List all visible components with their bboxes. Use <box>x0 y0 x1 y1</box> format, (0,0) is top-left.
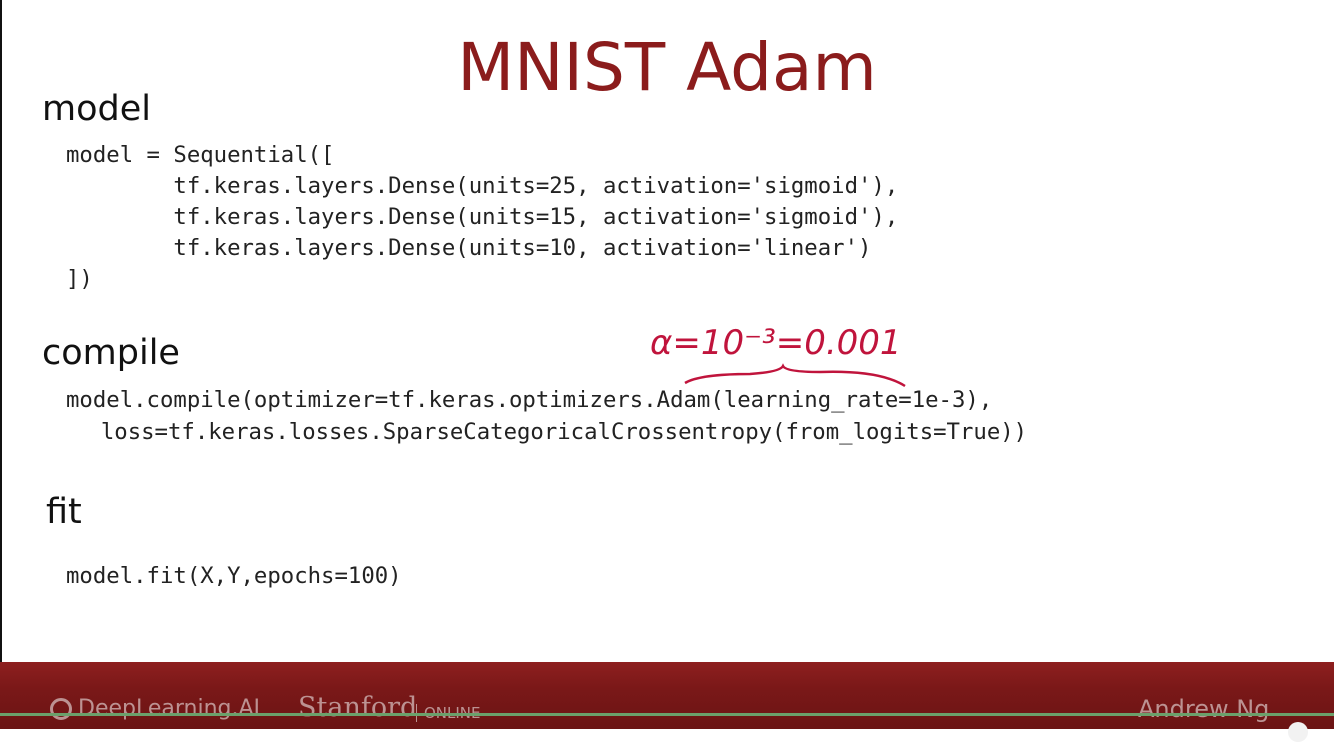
annotation-alpha-text: α=10⁻³=0.001 <box>650 323 902 363</box>
footer-brand-deeplearning: DeepLearning.AI <box>78 696 261 721</box>
code-line: model = Sequential([ <box>66 142 335 168</box>
code-line: tf.keras.layers.Dense(units=10, activati… <box>66 235 872 261</box>
slide-left-border <box>0 0 2 729</box>
deeplearning-logo-icon <box>50 698 72 720</box>
handwritten-annotation: α=10⁻³=0.001 <box>650 323 906 388</box>
code-line: loss=tf.keras.losses.SparseCategoricalCr… <box>74 419 1028 445</box>
slide-title: MNIST Adam <box>457 29 877 106</box>
footer-brand-stanford: Stanford <box>298 692 418 723</box>
code-line: model.compile(optimizer=tf.keras.optimiz… <box>66 387 993 413</box>
video-scrubber-handle[interactable] <box>1288 722 1308 742</box>
annotation-brace <box>684 363 906 388</box>
code-line: ]) <box>66 266 93 292</box>
video-progress-bar[interactable] <box>0 713 1334 716</box>
section-heading-fit: fit <box>46 492 82 532</box>
code-line: tf.keras.layers.Dense(units=15, activati… <box>66 204 899 230</box>
code-line: tf.keras.layers.Dense(units=25, activati… <box>66 173 899 199</box>
section-heading-compile: compile <box>42 333 180 373</box>
footer-author: Andrew Ng <box>1138 695 1270 723</box>
fit-code-line: model.fit(X,Y,epochs=100) <box>66 563 402 589</box>
section-heading-model: model <box>42 89 151 129</box>
